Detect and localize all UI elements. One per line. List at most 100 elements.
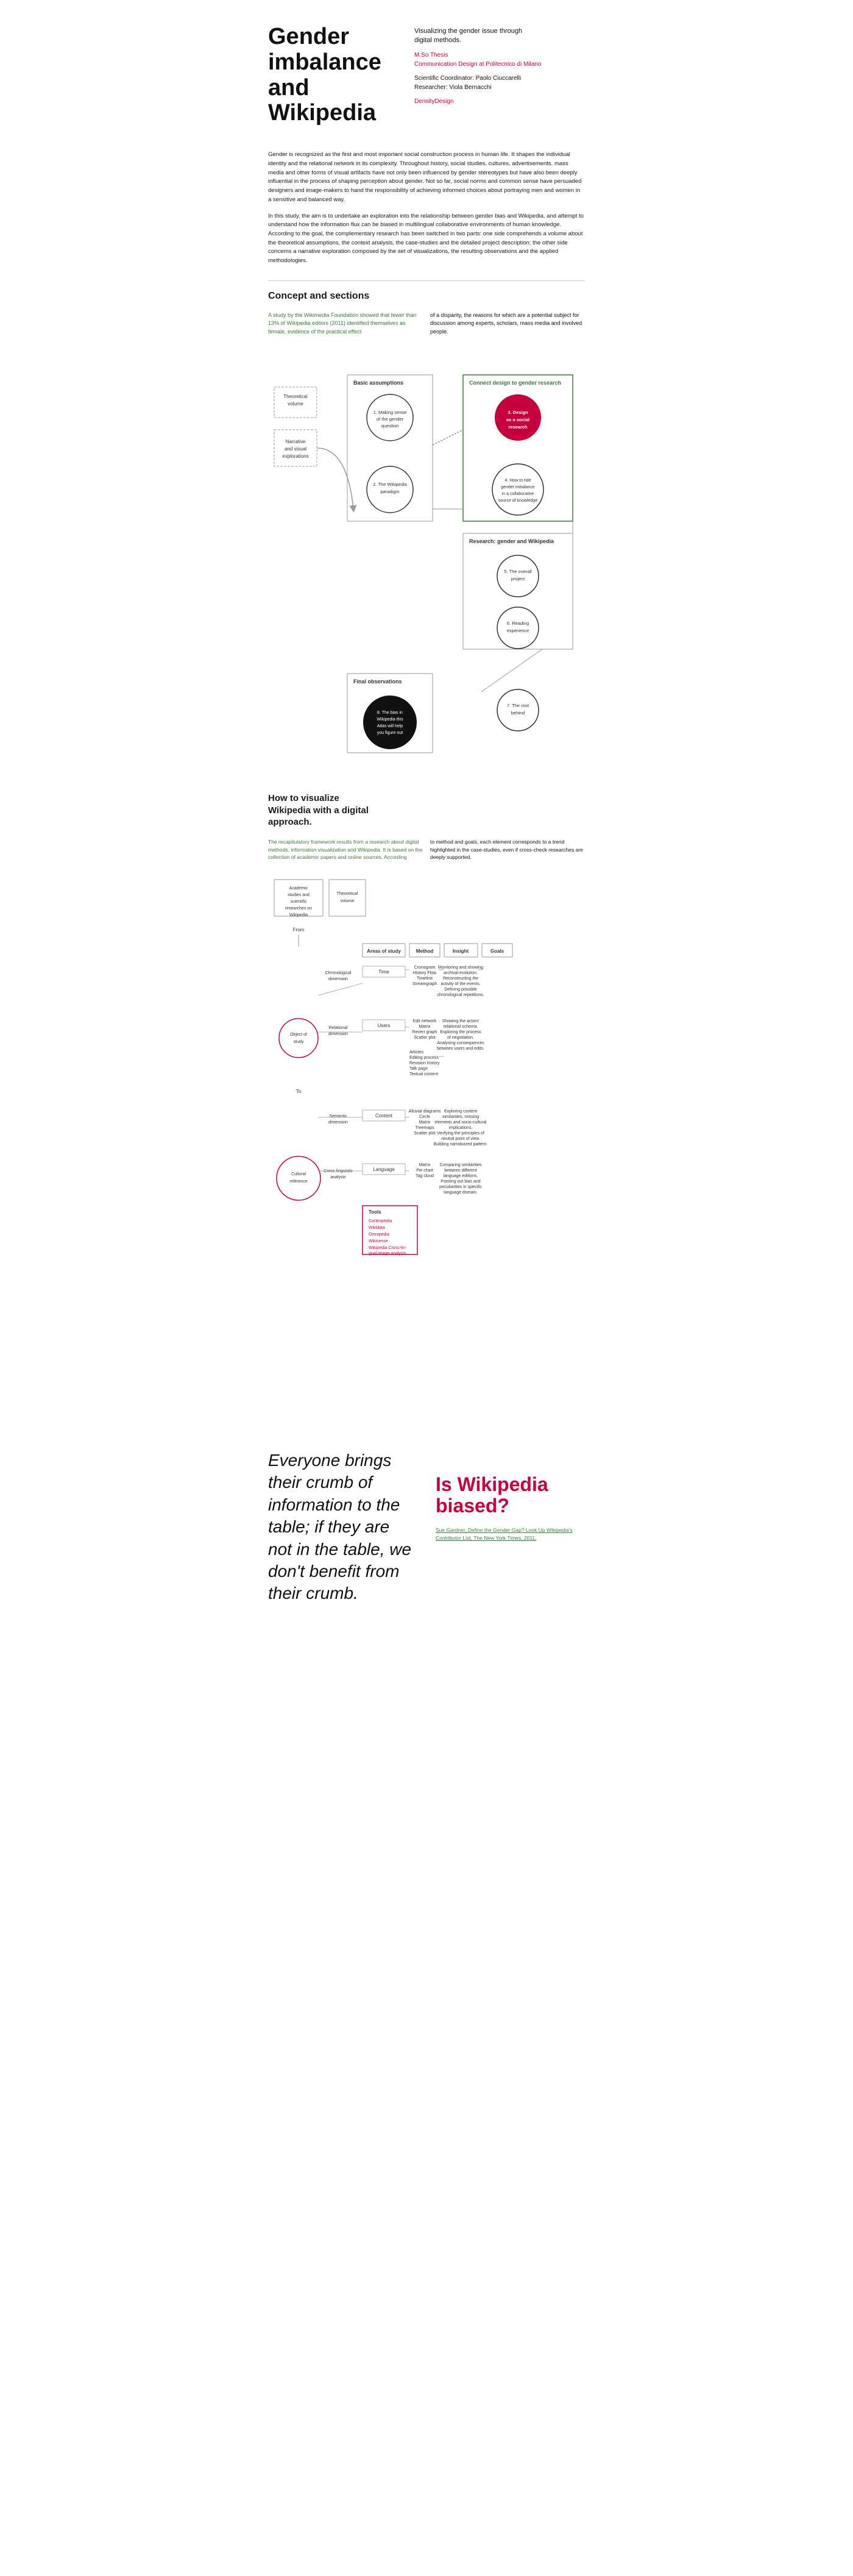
quote-section: Everyone brings their crumb of informati… [268, 1450, 585, 1605]
intro-para2: In this study, the aim is to undertake a… [268, 212, 585, 266]
svg-text:Reconstructing the: Reconstructing the [443, 977, 478, 981]
svg-text:Areas of study: Areas of study [367, 948, 401, 954]
svg-text:Semantic: Semantic [329, 1114, 347, 1119]
svg-text:Language: Language [373, 1167, 395, 1172]
svg-text:Object of: Object of [290, 1033, 307, 1037]
svg-text:between different: between different [444, 1169, 477, 1173]
svg-text:Treemaps: Treemaps [415, 1126, 434, 1130]
svg-text:you figure out: you figure out [377, 731, 403, 735]
svg-text:question: question [381, 423, 398, 429]
svg-text:volume: volume [341, 899, 355, 903]
svg-text:Cronogram: Cronogram [414, 966, 435, 970]
large-diagram: Academic studies and scientific research… [268, 873, 585, 1425]
how-col1: The recapitulatory framework results fro… [268, 838, 423, 861]
svg-text:Exploring content: Exploring content [444, 1109, 477, 1114]
svg-text:of the gender: of the gender [377, 416, 404, 422]
header-subtitle: Visualizing the gender issue through dig… [414, 27, 536, 46]
coordinator-info: Scientific Coordinator: Paolo Ciuccarell… [414, 74, 541, 92]
svg-text:volume: volume [288, 401, 303, 407]
svg-text:Research: gender and Wikipedia: Research: gender and Wikipedia [469, 538, 554, 544]
svg-text:Edit network: Edit network [413, 1019, 437, 1023]
diagram-svg: Theoretical volume Narrative and visual … [268, 350, 585, 765]
svg-text:Wikipedia this: Wikipedia this [377, 717, 403, 722]
researcher-text: Researcher: Viola Bernacchi [414, 84, 492, 91]
svg-text:Showing the actors': Showing the actors' [442, 1019, 480, 1023]
svg-text:research: research [508, 424, 528, 430]
svg-text:reference: reference [289, 1179, 308, 1184]
svg-text:From: From [293, 927, 305, 933]
main-title: Gender imbalance and Wikipedia [268, 24, 390, 126]
svg-text:Method: Method [416, 948, 434, 954]
svg-text:Contropedia: Contropedia [369, 1219, 392, 1223]
svg-text:gender imbalance: gender imbalance [501, 485, 535, 489]
thesis-label: M.So Thesis [414, 52, 448, 59]
svg-text:Tools: Tools [369, 1209, 381, 1215]
svg-text:Pointing out bias and: Pointing out bias and [441, 1179, 480, 1184]
how-col2: to method and goals, each element corres… [430, 838, 585, 861]
svg-text:Verifying the principles of: Verifying the principles of [437, 1131, 484, 1136]
coordinator-text: Scientific Coordinator: Paolo Ciuccarell… [414, 75, 521, 82]
svg-text:implications.: implications. [449, 1126, 473, 1130]
svg-text:Revision history: Revision history [409, 1061, 440, 1066]
svg-text:Scatter plot: Scatter plot [414, 1131, 435, 1136]
svg-text:similarities, missing: similarities, missing [442, 1115, 479, 1119]
title-block: Gender imbalance and Wikipedia [268, 24, 390, 126]
svg-text:Streamgraph: Streamgraph [412, 982, 437, 986]
svg-text:source of knowledge: source of knowledge [498, 499, 537, 503]
svg-text:chronological repetitions.: chronological repetitions. [437, 993, 484, 997]
density-design: DensityDesign [414, 97, 541, 106]
svg-text:Comparing similarities: Comparing similarities [440, 1163, 482, 1167]
concept-columns: A study by the Wikimedia Foundation show… [268, 311, 585, 336]
svg-text:Wikipedia: Wikipedia [289, 913, 308, 917]
thesis-info: M.So Thesis Communication Design at Poli… [414, 51, 541, 69]
svg-text:Content: Content [375, 1113, 393, 1119]
svg-text:Circle: Circle [419, 1115, 430, 1119]
is-biased-label: Is Wikipedia biased? [436, 1474, 585, 1517]
svg-text:and visual: and visual [285, 446, 306, 452]
svg-text:8. The bias in: 8. The bias in [377, 711, 403, 715]
svg-text:6. Reading: 6. Reading [507, 621, 529, 626]
svg-text:3. Design: 3. Design [508, 410, 528, 415]
svg-text:7. The root: 7. The root [507, 703, 529, 708]
svg-text:Matrix: Matrix [419, 1120, 431, 1125]
svg-text:Building narrativized pattern.: Building narrativized pattern. [434, 1142, 488, 1147]
svg-text:Theoretical: Theoretical [337, 892, 358, 896]
svg-text:Talk page: Talk page [409, 1067, 428, 1071]
svg-text:of negotiation.: of negotiation. [447, 1036, 474, 1040]
svg-text:relational schema.: relational schema. [444, 1025, 478, 1029]
svg-text:5. The overall: 5. The overall [504, 569, 532, 574]
intro-para1: Gender is recognized as the first and mo… [268, 151, 585, 204]
svg-text:peculiarities in specific: peculiarities in specific [439, 1185, 482, 1189]
svg-text:Chronological: Chronological [325, 971, 352, 975]
svg-text:Defining possible: Defining possible [444, 987, 476, 992]
svg-text:researches on: researches on [285, 906, 312, 911]
svg-text:neutral point of view.: neutral point of view. [441, 1137, 480, 1141]
svg-text:language editions.: language editions. [444, 1174, 478, 1178]
svg-text:between users and edits.: between users and edits. [437, 1047, 484, 1051]
svg-text:dimension: dimension [328, 1120, 348, 1125]
concept-col2: of a disparity, the reasons for which ar… [430, 311, 585, 336]
large-diagram-svg: Academic studies and scientific research… [268, 873, 585, 1422]
svg-text:Cultural: Cultural [291, 1172, 306, 1176]
svg-text:archival evolution.: archival evolution. [444, 971, 478, 975]
svg-text:in a collaborative: in a collaborative [502, 492, 534, 496]
header-section: Gender imbalance and Wikipedia Visualizi… [268, 24, 585, 126]
svg-text:Matrix: Matrix [419, 1025, 431, 1029]
svg-text:analysis: analysis [330, 1175, 346, 1179]
svg-text:Wikidata: Wikidata [369, 1226, 385, 1230]
svg-text:Goals: Goals [490, 948, 504, 954]
svg-text:History Flow: History Flow [413, 971, 437, 975]
svg-text:language domain.: language domain. [444, 1190, 478, 1195]
svg-text:Insight: Insight [453, 948, 469, 954]
svg-text:To: To [296, 1089, 302, 1094]
svg-text:dimension: dimension [328, 1032, 348, 1036]
svg-text:Relational: Relational [328, 1026, 348, 1030]
quote-text: Everyone brings their crumb of informati… [268, 1450, 417, 1605]
svg-text:Timeline: Timeline [417, 977, 433, 981]
svg-text:2. The Wikipedia: 2. The Wikipedia [373, 482, 408, 487]
svg-text:gual image analysis: gual image analysis [369, 1251, 406, 1256]
attribution-text[interactable]: Sue Gardner, Define the Gender Gap? Look… [436, 1526, 585, 1542]
density-label: DensityDesign [414, 98, 453, 105]
svg-text:Narrative: Narrative [286, 439, 306, 444]
how-title: How to visualize Wikipedia with a digita… [268, 792, 378, 828]
